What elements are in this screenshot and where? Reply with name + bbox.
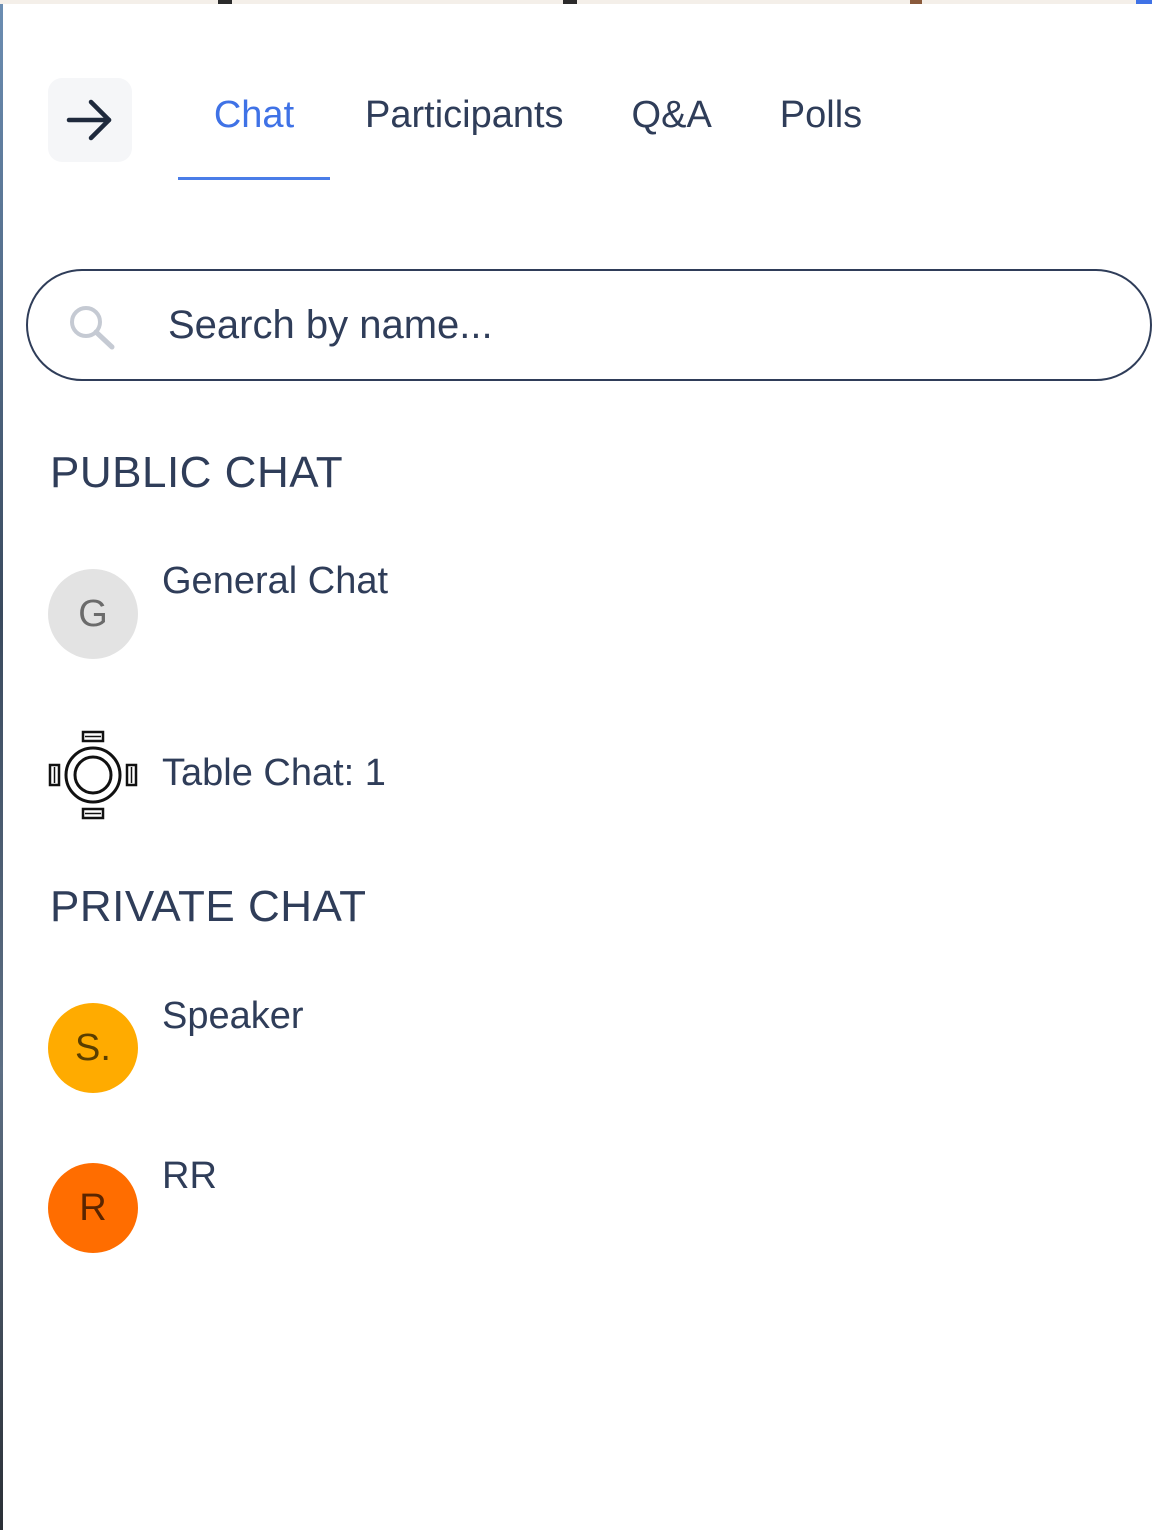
tab-participants[interactable]: Participants — [365, 88, 564, 180]
tab-chat[interactable]: Chat — [178, 88, 330, 180]
panel-tabs: Chat Participants Q&A Polls — [178, 88, 862, 188]
tab-qa[interactable]: Q&A — [632, 88, 712, 180]
arrow-right-icon — [66, 99, 112, 141]
chat-item-label: RR — [162, 1155, 217, 1197]
public-chat-heading: PUBLIC CHAT — [50, 448, 344, 497]
window-edge — [0, 0, 3, 1530]
chat-item-rr[interactable]: R RR — [48, 1155, 1128, 1255]
chat-item-label: Speaker — [162, 995, 304, 1037]
chat-item-general[interactable]: G General Chat — [48, 560, 1128, 670]
search-input[interactable] — [168, 293, 1068, 357]
private-chat-heading: PRIVATE CHAT — [50, 882, 367, 931]
chat-item-table[interactable]: Table Chat: 1 — [48, 730, 1128, 820]
avatar: G — [48, 569, 138, 659]
window-top-edge — [0, 0, 1152, 4]
search-box — [26, 269, 1152, 381]
chat-item-speaker[interactable]: S. Speaker — [48, 995, 1128, 1095]
round-table-icon — [48, 730, 138, 820]
avatar: R — [48, 1163, 138, 1253]
search-icon — [70, 306, 115, 350]
collapse-panel-button[interactable] — [48, 78, 132, 162]
tab-polls[interactable]: Polls — [780, 88, 862, 180]
chat-item-label: Table Chat: 1 — [162, 752, 386, 794]
chat-item-label: General Chat — [162, 560, 389, 602]
avatar: S. — [48, 1003, 138, 1093]
chat-panel: Chat Participants Q&A Polls PUBLIC CHAT … — [0, 0, 1152, 1530]
